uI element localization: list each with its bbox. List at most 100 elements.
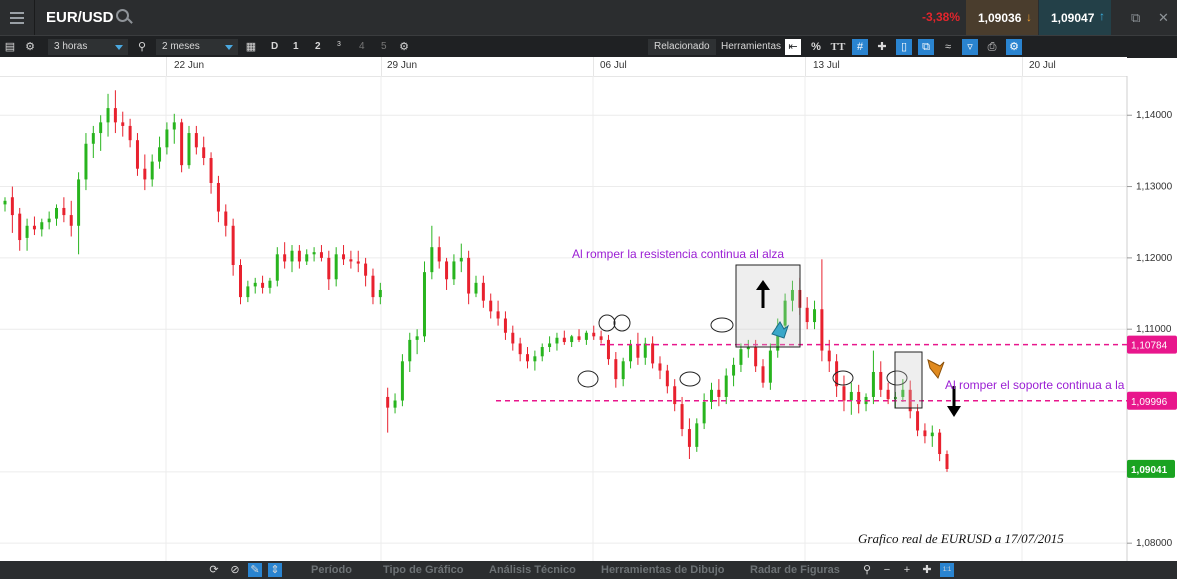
zoom-in-icon[interactable]: + [900, 563, 914, 577]
pencil-icon[interactable]: ✎ [248, 563, 262, 577]
lock-icon[interactable]: ⚲ [134, 39, 150, 55]
sort-icon[interactable]: ⇕ [268, 563, 282, 577]
touch-circle [613, 314, 631, 332]
candle-body [128, 125, 132, 141]
zoom-icon[interactable]: ⚲ [860, 563, 874, 577]
tab-period[interactable]: Período [311, 564, 352, 576]
tag-icon[interactable]: ▿ [962, 39, 978, 55]
candles [3, 90, 949, 472]
candle-body [47, 218, 51, 223]
candle-body [135, 140, 139, 169]
candle-body [481, 282, 485, 301]
indicators-icon[interactable]: ≈ [940, 39, 956, 55]
top-bar: EUR/USD -3,38% 1,09036 ↓ 1,09047 ↑ ⧉ ✕ [0, 0, 1177, 35]
candle-body [55, 207, 59, 219]
range-select[interactable]: 2 meses [156, 39, 238, 55]
settings-icon[interactable]: ⚙ [396, 39, 412, 55]
candle-body [202, 147, 206, 159]
related-button[interactable]: Relacionado [648, 39, 716, 55]
up-arrow-icon: ↑ [1099, 9, 1105, 23]
period-3-button[interactable]: 3 [337, 37, 341, 53]
price-chart[interactable]: 1,140001,130001,120001,110001,090001,080… [0, 76, 1177, 561]
gear-icon[interactable]: ⚙ [22, 39, 38, 55]
candle-body [636, 344, 640, 358]
candle-body [761, 366, 765, 383]
candle-body [842, 386, 846, 401]
candle-body [886, 389, 890, 400]
detach-icon[interactable]: ⧉ [1131, 10, 1140, 26]
candle-body [665, 370, 669, 387]
candle-body [106, 108, 110, 123]
down-arrow-icon: ↓ [1026, 10, 1032, 24]
chart-caption: Grafico real de EURUSD a 17/07/2015 [858, 531, 1064, 546]
bottom-bar: ⟳ ⊘ ✎ ⇕ Período Tipo de Gráfico Análisis… [0, 561, 1177, 579]
candle-body [673, 386, 677, 405]
search-icon[interactable] [116, 9, 129, 22]
candle-body [275, 254, 279, 281]
candle-body [10, 197, 14, 216]
candle-body [371, 275, 375, 298]
candle-body [805, 307, 809, 323]
text-tool-button[interactable]: TT [830, 39, 846, 55]
fit-icon[interactable]: ✚ [920, 563, 934, 577]
list-icon[interactable]: ▤ [2, 39, 18, 55]
candle-body [3, 200, 7, 205]
level-badge-label: 1,10784 [1131, 341, 1168, 352]
period-4-button[interactable]: 4 [359, 39, 365, 55]
y-grid [0, 114, 1127, 544]
interval-select[interactable]: 3 horas [48, 39, 128, 55]
tab-pattern-radar[interactable]: Radar de Figuras [750, 564, 840, 576]
grid-icon[interactable]: # [852, 39, 868, 55]
candle-body [393, 400, 397, 408]
zoom-out-icon[interactable]: − [880, 563, 894, 577]
candle-icon[interactable]: ▯ [896, 39, 912, 55]
touch-circle [598, 314, 616, 332]
percent-button[interactable]: % [808, 39, 824, 55]
date-axis: 22 Jun 29 Jun 06 Jul 13 Jul 20 Jul [0, 57, 1127, 77]
candle-body [511, 332, 515, 344]
candle-body [503, 318, 507, 333]
candle-body [356, 261, 360, 264]
refresh-icon[interactable]: ⟳ [207, 563, 221, 577]
overlay-icon[interactable]: ⧉ [918, 39, 934, 55]
candle-body [180, 122, 184, 166]
chart-settings-icon[interactable]: ⚙ [1006, 39, 1022, 55]
y-tick-label: 1,08000 [1136, 538, 1173, 549]
candle-body [871, 371, 875, 397]
candle-body [91, 133, 95, 144]
tools-label[interactable]: Herramientas [721, 39, 781, 55]
candle-body [930, 432, 934, 437]
period-5-button[interactable]: 5 [381, 39, 387, 55]
tab-technical-analysis[interactable]: Análisis Técnico [489, 564, 576, 576]
tab-drawing-tools[interactable]: Herramientas de Dibujo [601, 564, 724, 576]
menu-icon[interactable] [0, 0, 35, 35]
candle-body [239, 265, 242, 298]
chart-grid [165, 76, 1023, 561]
tab-chart-type[interactable]: Tipo de Gráfico [383, 564, 463, 576]
sell-button[interactable]: 1,09036 ↓ [966, 0, 1038, 35]
buy-button[interactable]: 1,09047 ↑ [1039, 0, 1111, 35]
close-icon[interactable]: ✕ [1158, 10, 1169, 26]
candle-body [172, 122, 176, 130]
period-d-button[interactable]: D [271, 39, 278, 55]
sell-price: 1,09036 [978, 11, 1022, 25]
crosshair-icon[interactable]: ✚ [874, 39, 890, 55]
period-1-button[interactable]: 1 [293, 39, 299, 55]
candle-body [687, 429, 691, 447]
candle-body [319, 252, 323, 258]
candle-body [165, 129, 169, 148]
candle-body [651, 343, 655, 364]
candle-body [695, 423, 699, 447]
candle-body [224, 211, 228, 226]
back-arrow-icon[interactable]: ⇤ [785, 39, 801, 55]
range-icon[interactable]: 1:1 [940, 563, 954, 577]
calendar-icon[interactable]: ▦ [243, 39, 259, 55]
candle-body [349, 259, 353, 262]
candle-body [496, 311, 500, 319]
print-icon[interactable]: ⎙ [984, 39, 1000, 55]
disable-icon[interactable]: ⊘ [228, 563, 242, 577]
candle-body [422, 272, 426, 337]
period-2-button[interactable]: 2 [315, 39, 321, 55]
candle-body [923, 430, 927, 437]
candle-body [77, 179, 81, 226]
